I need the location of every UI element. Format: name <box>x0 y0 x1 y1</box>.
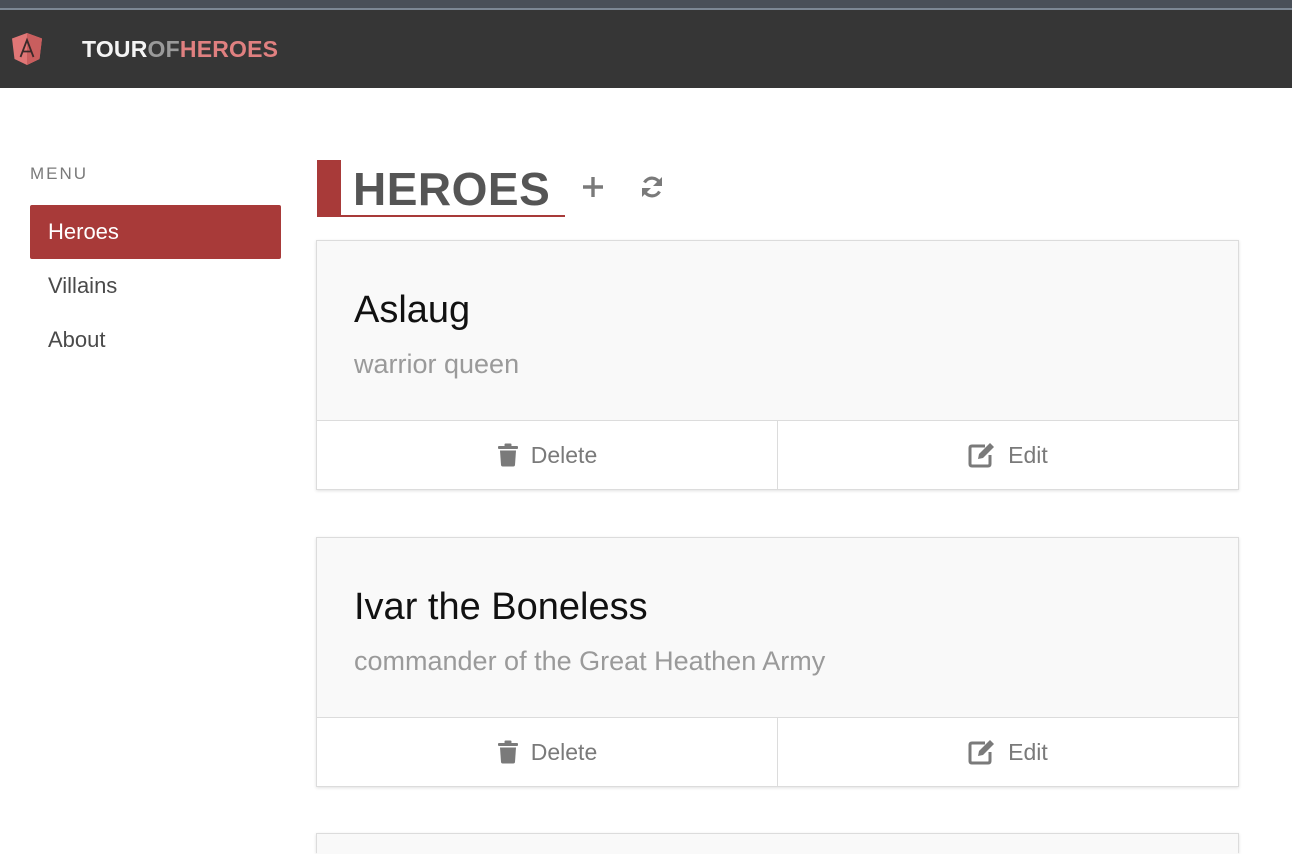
page-title: HEROES <box>353 163 551 215</box>
hero-card: Ivar the Boneless commander of the Great… <box>316 537 1239 787</box>
edit-icon <box>968 739 996 765</box>
hero-card-body[interactable]: Ivar the Boneless commander of the Great… <box>317 538 1238 718</box>
sidebar-item-about[interactable]: About <box>30 313 281 367</box>
hero-description: warrior queen <box>354 349 520 379</box>
brand-of: OF <box>147 36 180 62</box>
delete-button[interactable]: Delete <box>317 421 777 489</box>
delete-label: Delete <box>530 738 598 765</box>
trash-icon <box>497 740 519 764</box>
sidebar-item-villains[interactable]: Villains <box>30 259 281 313</box>
hero-description: commander of the Great Heathen Army <box>354 646 826 676</box>
app-brand[interactable]: TOUROFHEROES <box>82 35 278 63</box>
navbar: TOUROFHEROES <box>0 10 1292 88</box>
hero-card-footer: Delete Edit <box>317 718 1238 786</box>
brand-tour: TOUR <box>82 36 148 62</box>
hero-name: Ivar the Boneless <box>354 586 648 628</box>
sidebar-item-heroes[interactable]: Heroes <box>30 205 281 259</box>
edit-button[interactable]: Edit <box>777 718 1238 786</box>
refresh-button[interactable] <box>635 170 669 204</box>
trash-icon <box>497 443 519 467</box>
hero-card-body[interactable]: Aslaug warrior queen <box>317 241 1238 421</box>
window-top-strip <box>0 0 1292 10</box>
plus-icon <box>583 177 603 197</box>
angular-logo-icon[interactable] <box>11 32 43 66</box>
add-hero-button[interactable] <box>576 170 610 204</box>
heading-accent-bar <box>317 160 341 216</box>
edit-icon <box>968 442 996 468</box>
brand-heroes: HEROES <box>179 36 279 62</box>
menu-label: MENU <box>30 164 89 183</box>
edit-label: Edit <box>1008 738 1048 765</box>
hero-card: Aslaug warrior queen Delete Edit <box>316 240 1239 490</box>
delete-label: Delete <box>530 441 598 468</box>
hero-card-footer: Delete Edit <box>317 421 1238 489</box>
edit-label: Edit <box>1008 441 1048 468</box>
hero-name: Aslaug <box>354 289 471 331</box>
hero-card-partial <box>316 833 1239 854</box>
refresh-icon <box>642 176 662 198</box>
page-heading: HEROES <box>317 160 565 217</box>
edit-button[interactable]: Edit <box>777 421 1238 489</box>
delete-button[interactable]: Delete <box>317 718 777 786</box>
hero-card-body[interactable] <box>317 834 1238 854</box>
